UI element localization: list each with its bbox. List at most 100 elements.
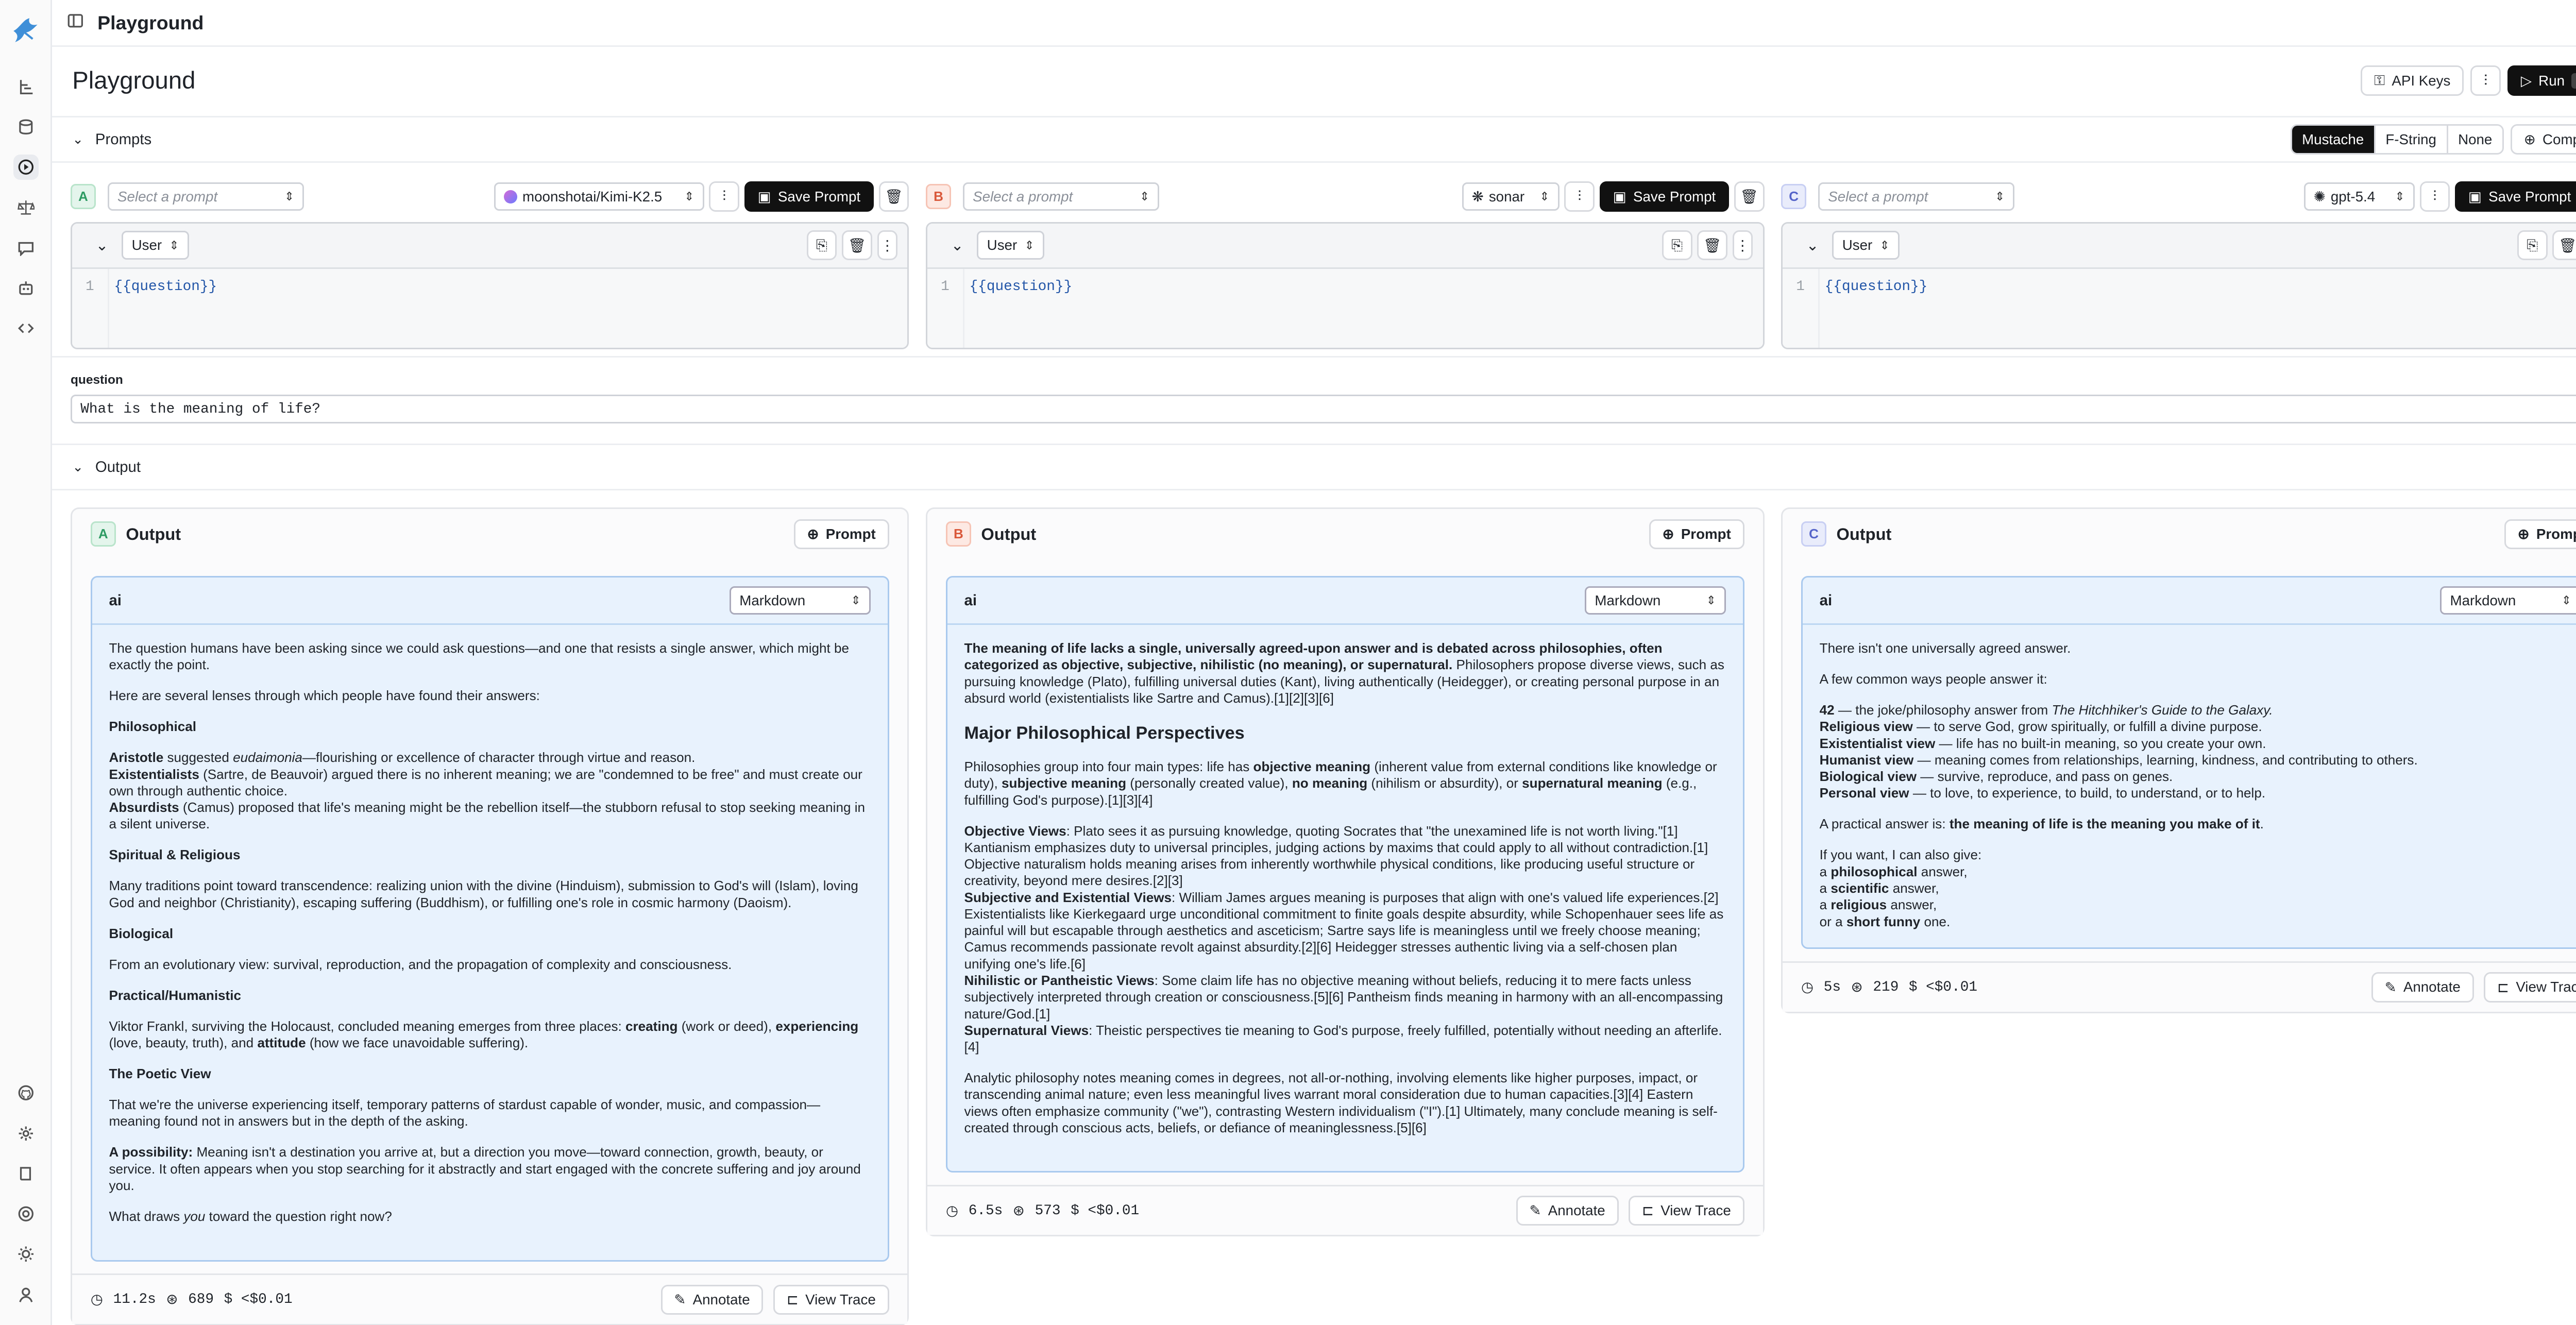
list-item: Nihilistic or Pantheistic Views: Some cl… (964, 972, 1726, 1022)
view-trace-button[interactable]: ⊏View Trace (2484, 972, 2576, 1003)
format-none[interactable]: None (2448, 126, 2502, 153)
grip-icon: ⋮ (880, 237, 895, 253)
evaluators-icon[interactable] (13, 195, 39, 220)
panel-b-prompt-select[interactable]: Select a prompt ⇕ (962, 182, 1160, 211)
delete-message-button[interactable]: 🗑 (2552, 230, 2576, 261)
role-select[interactable]: User ⇕ (122, 231, 189, 260)
copy-button[interactable]: ⎘ (2517, 230, 2548, 261)
panel-c-save-prompt-button[interactable]: ▣ Save Prompt (2455, 181, 2576, 212)
panel-b-message: ⌄ User ⇕ ⎘ 🗑 ⋮ 1 {{question}} (926, 222, 1765, 350)
datasets-icon[interactable] (13, 114, 39, 140)
output-label: Output (95, 458, 141, 475)
sidebar-toggle-icon[interactable] (67, 12, 84, 33)
output-b-prompt-button[interactable]: ⊕ Prompt (1649, 519, 1744, 550)
paragraph: What draws you toward the question right… (109, 1208, 871, 1225)
page-title: Playground (72, 67, 196, 95)
panel-a-params-button[interactable]: ⫶ (709, 181, 740, 212)
traces-icon[interactable] (13, 74, 39, 99)
drag-handle[interactable]: ⋮ (1732, 230, 1753, 261)
panel-a-save-prompt-button[interactable]: ▣ Save Prompt (744, 181, 874, 212)
format-fstring[interactable]: F-String (2376, 126, 2448, 154)
panel-c-prompt-select[interactable]: Select a prompt ⇕ (1818, 182, 2015, 211)
role-select[interactable]: User ⇕ (977, 231, 1044, 260)
chevron-down-icon[interactable]: ⌄ (96, 236, 109, 254)
template-format-toggle[interactable]: Mustache F-String None (2290, 124, 2504, 155)
list-item: a scientific answer, (1820, 880, 2576, 896)
compare-button[interactable]: ⊕Compare (2510, 124, 2576, 155)
chevron-down-icon[interactable]: ⌄ (72, 459, 83, 475)
paragraph: If you want, I can also give: (1819, 847, 1982, 863)
clock-icon: ◷ (945, 1203, 959, 1220)
delete-message-button[interactable]: 🗑 (842, 230, 872, 261)
chevron-down-icon[interactable]: ⌄ (951, 236, 964, 254)
annotate-button[interactable]: ✎ Annotate (2371, 972, 2474, 1003)
format-mustache[interactable]: Mustache (2292, 126, 2376, 154)
chevron-down-icon[interactable]: ⌄ (1806, 236, 1819, 254)
panel-b-save-prompt-button[interactable]: ▣ Save Prompt (1599, 181, 1730, 212)
moonshot-logo-icon (504, 190, 518, 203)
template-editor[interactable]: 1 {{question}} (927, 268, 1763, 348)
settings-sliders-button[interactable]: ⫶ (2470, 65, 2501, 96)
divider (52, 356, 2576, 358)
support-lifebuoy-icon[interactable] (13, 1201, 39, 1227)
settings-gear-icon[interactable] (13, 1120, 39, 1146)
copy-button[interactable]: ⎘ (1662, 230, 1692, 261)
annotate-button[interactable]: ✎ Annotate (1516, 1195, 1619, 1226)
template-code[interactable]: {{question}} (109, 269, 222, 348)
annotate-button[interactable]: ✎ Annotate (660, 1284, 764, 1315)
tokens-icon: ⊛ (166, 1293, 178, 1309)
prompts-section-header[interactable]: ⌄ Prompts Mustache F-String None ⊕Compar… (52, 116, 2576, 163)
italic: eudaimonia (233, 750, 302, 766)
trace-icon: ⊏ (1641, 1202, 1654, 1219)
format-select[interactable]: Markdown ⇕ (730, 586, 871, 615)
format-select[interactable]: Markdown ⇕ (2440, 586, 2576, 615)
template-editor[interactable]: 1 {{question}} (72, 268, 908, 348)
role-select[interactable]: User ⇕ (1832, 231, 1900, 260)
question-input[interactable]: What is the meaning of life? (70, 395, 2576, 423)
view-trace-button[interactable]: ⊏View Trace (773, 1284, 889, 1315)
copy-button[interactable]: ⎘ (806, 230, 837, 261)
template-code[interactable]: {{question}} (1820, 269, 1933, 348)
response-text: There isn't one universally agreed answe… (1803, 625, 2576, 940)
panel-c-params-button[interactable]: ⫶ (2419, 181, 2450, 212)
agent-icon[interactable] (13, 276, 39, 301)
panel-a-model-select[interactable]: moonshotai/Kimi-K2.5 ⇕ (494, 182, 704, 211)
perplexity-logo-icon: ❋ (1471, 189, 1484, 205)
panel-b-params-button[interactable]: ⫶ (1564, 181, 1595, 212)
bold: subjective meaning (1002, 775, 1127, 791)
delete-message-button[interactable]: 🗑 (1697, 230, 1728, 261)
docs-book-icon[interactable] (13, 1161, 39, 1186)
list-item: Religious view — to serve God, grow spir… (1820, 718, 2576, 735)
panel-b-model-select[interactable]: ❋ sonar ⇕ (1462, 182, 1560, 211)
updown-icon: ⇕ (1706, 593, 1716, 607)
bold: Nihilistic or Pantheistic Views (964, 973, 1155, 989)
icon-sidebar (0, 0, 53, 1325)
panel-c-model-select[interactable]: ✺ gpt-5.4 ⇕ (2303, 182, 2415, 211)
user-profile-icon[interactable] (13, 1282, 39, 1307)
panel-b-delete-button[interactable]: 🗑 (1734, 181, 1765, 212)
text: . (2260, 816, 2264, 832)
template-editor[interactable]: 1 {{question}} (1783, 268, 2576, 348)
drag-handle[interactable]: ⋮ (877, 230, 897, 261)
theme-sun-icon[interactable] (13, 1242, 39, 1267)
view-trace-button[interactable]: ⊏View Trace (1629, 1195, 1744, 1226)
chat-icon[interactable] (13, 235, 39, 261)
text: Viktor Frankl, surviving the Holocaust, … (109, 1018, 626, 1034)
template-code[interactable]: {{question}} (964, 269, 1077, 348)
playground-icon[interactable] (13, 155, 39, 180)
panel-a-prompt-select[interactable]: Select a prompt ⇕ (107, 182, 304, 211)
code-icon[interactable] (13, 316, 39, 341)
updown-icon: ⇕ (2561, 593, 2571, 607)
api-keys-button[interactable]: ⚿ API Keys (2361, 65, 2464, 96)
bird-logo-icon[interactable] (10, 13, 42, 45)
output-section-header[interactable]: ⌄ Output (52, 444, 2576, 491)
run-button[interactable]: ▷Run⌘⏎ (2507, 65, 2576, 96)
github-icon[interactable] (13, 1080, 39, 1106)
chevron-down-icon[interactable]: ⌄ (72, 131, 83, 147)
panel-a-delete-button[interactable]: 🗑 (878, 181, 909, 212)
paragraph: Philosophies group into four main types:… (964, 758, 1726, 808)
output-c-prompt-button[interactable]: ⊕Prompt (2504, 519, 2576, 550)
format-select[interactable]: Markdown ⇕ (1585, 586, 1726, 615)
output-a-prompt-button[interactable]: ⊕ Prompt (793, 519, 889, 550)
cost: $ <$0.01 (1071, 1202, 1140, 1219)
